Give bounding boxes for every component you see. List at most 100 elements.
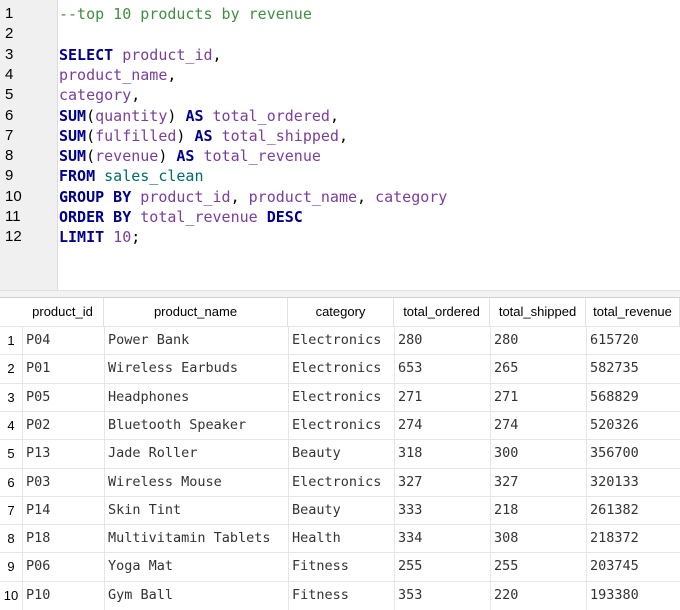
table-cell[interactable]: Yoga Mat (104, 553, 288, 582)
table-cell[interactable]: P01 (22, 355, 104, 384)
table-cell[interactable]: Skin Tint (104, 496, 288, 525)
line-number: 2 (5, 25, 14, 43)
sql-editor[interactable]: 1 2 3 4 5 6 7 8 9 10 11 12 --top 10 products by rev… (0, 0, 680, 290)
table-cell[interactable]: 615720 (586, 327, 680, 355)
code-line[interactable]: product_name, (59, 65, 176, 85)
table-row[interactable]: 10 P10 Gym Ball Fitness 353 220 193380 (0, 580, 680, 610)
table-row[interactable]: 6 P03 Wireless Mouse Electronics 327 327 32013… (0, 467, 680, 497)
table-cell[interactable]: P05 (22, 383, 104, 412)
table-cell[interactable]: 333 (394, 496, 490, 525)
code-token: ) (176, 126, 195, 145)
table-cell[interactable]: Electronics (288, 355, 394, 384)
table-cell[interactable]: Bluetooth Speaker (104, 411, 288, 440)
column-header[interactable]: total_revenue (586, 298, 680, 326)
code-token: total_revenue (140, 208, 258, 226)
table-cell[interactable]: 261382 (586, 496, 680, 525)
code-line[interactable]: GROUP BY product_id, product_name, categ… (59, 187, 447, 207)
horizontal-scrollbar[interactable] (0, 290, 680, 298)
table-cell[interactable]: 353 (394, 581, 490, 610)
table-row[interactable]: 8 P18 Multivitamin Tablets Health 334 308 2183… (0, 524, 680, 554)
table-row[interactable]: 5 P13 Jade Roller Beauty 318 300 356700 (0, 439, 680, 469)
code-line[interactable]: --top 10 products by revenue (59, 4, 312, 24)
code-line[interactable]: SUM(revenue) AS total_revenue (59, 146, 321, 166)
table-cell[interactable]: 274 (394, 411, 490, 440)
table-cell[interactable]: Power Bank (104, 327, 288, 355)
table-cell[interactable]: P06 (22, 553, 104, 582)
row-number: 7 (7, 502, 15, 518)
table-cell[interactable]: Headphones (104, 383, 288, 412)
column-header[interactable]: product_id (22, 298, 104, 326)
column-header[interactable]: category (288, 298, 394, 326)
table-cell[interactable]: Multivitamin Tablets (104, 525, 288, 554)
table-cell[interactable]: 334 (394, 525, 490, 554)
table-cell[interactable]: Fitness (288, 553, 394, 582)
table-cell[interactable]: P13 (22, 440, 104, 469)
code-line[interactable]: SUM(fulfilled) AS total_shipped, (59, 126, 348, 146)
table-cell[interactable]: Beauty (288, 496, 394, 525)
table-cell[interactable]: 327 (490, 468, 586, 497)
table-cell[interactable]: Wireless Earbuds (104, 355, 288, 384)
results-grid[interactable]: product_id product_name category total_orde… (0, 298, 680, 610)
row-number: 4 (7, 417, 15, 433)
code-line[interactable]: ORDER BY total_revenue DESC (59, 207, 303, 227)
table-cell[interactable]: 568829 (586, 383, 680, 412)
code-line[interactable]: category, (59, 85, 140, 105)
line-number: 3 (5, 45, 14, 63)
code-token: 10 (113, 228, 132, 247)
table-cell[interactable]: 274 (490, 411, 586, 440)
table-cell[interactable]: 271 (394, 383, 490, 412)
table-cell[interactable]: 356700 (586, 440, 680, 469)
table-cell[interactable]: P18 (22, 525, 104, 554)
table-cell[interactable]: 218372 (586, 525, 680, 554)
table-cell[interactable]: Beauty (288, 440, 394, 469)
table-cell[interactable]: Electronics (288, 411, 394, 440)
table-row[interactable]: 1 P04 Power Bank Electronics 280 280 615720 (0, 326, 680, 355)
table-row[interactable]: 9 P06 Yoga Mat Fitness 255 255 203745 (0, 552, 680, 582)
table-cell[interactable]: P10 (22, 581, 104, 610)
column-header[interactable]: product_name (104, 298, 288, 326)
code-line[interactable]: LIMIT 10; (59, 227, 140, 247)
table-cell[interactable]: 220 (490, 581, 586, 610)
table-cell[interactable]: 271 (490, 383, 586, 412)
table-cell[interactable]: 218 (490, 496, 586, 525)
table-cell[interactable]: 320133 (586, 468, 680, 497)
table-cell[interactable]: 280 (394, 327, 490, 355)
column-header[interactable]: total_shipped (490, 298, 586, 326)
table-row[interactable]: 7 P14 Skin Tint Beauty 333 218 261382 (0, 495, 680, 525)
table-cell[interactable]: Electronics (288, 383, 394, 412)
table-cell[interactable]: Health (288, 525, 394, 554)
table-cell[interactable]: Electronics (288, 327, 394, 355)
line-number: 5 (5, 86, 14, 104)
table-cell[interactable]: 318 (394, 440, 490, 469)
code-line[interactable]: SELECT product_id, (59, 45, 222, 65)
table-cell[interactable]: Wireless Mouse (104, 468, 288, 497)
table-cell[interactable]: 255 (394, 553, 490, 582)
table-cell[interactable]: Electronics (288, 468, 394, 497)
table-cell[interactable]: 193380 (586, 581, 680, 610)
table-cell[interactable]: Gym Ball (104, 581, 288, 610)
table-row[interactable]: 4 P02 Bluetooth Speaker Electronics 274 274 52… (0, 410, 680, 440)
code-token: AS (194, 126, 213, 145)
table-cell[interactable]: 300 (490, 440, 586, 469)
table-cell[interactable]: 265 (490, 355, 586, 384)
table-row[interactable]: 2 P01 Wireless Earbuds Electronics 653 265 582… (0, 354, 680, 384)
table-cell[interactable]: 520326 (586, 411, 680, 440)
table-cell[interactable]: 327 (394, 468, 490, 497)
table-cell[interactable]: 280 (490, 327, 586, 355)
table-cell[interactable]: 582735 (586, 355, 680, 384)
table-cell[interactable]: P02 (22, 411, 104, 440)
column-header[interactable]: total_ordered (394, 298, 490, 326)
table-cell[interactable]: P03 (22, 468, 104, 497)
table-cell[interactable]: Fitness (288, 581, 394, 610)
code-line[interactable]: FROM sales_clean (59, 166, 204, 186)
code-line[interactable]: SUM(quantity) AS total_ordered, (59, 106, 339, 126)
table-cell[interactable]: Jade Roller (104, 440, 288, 469)
table-cell[interactable]: 653 (394, 355, 490, 384)
table-cell[interactable]: 255 (490, 553, 586, 582)
table-cell[interactable]: 203745 (586, 553, 680, 582)
table-cell[interactable]: P04 (22, 327, 104, 355)
table-row[interactable]: 3 P05 Headphones Electronics 271 271 568829 (0, 382, 680, 412)
line-number: 9 (5, 167, 14, 185)
table-cell[interactable]: P14 (22, 496, 104, 525)
table-cell[interactable]: 308 (490, 525, 586, 554)
